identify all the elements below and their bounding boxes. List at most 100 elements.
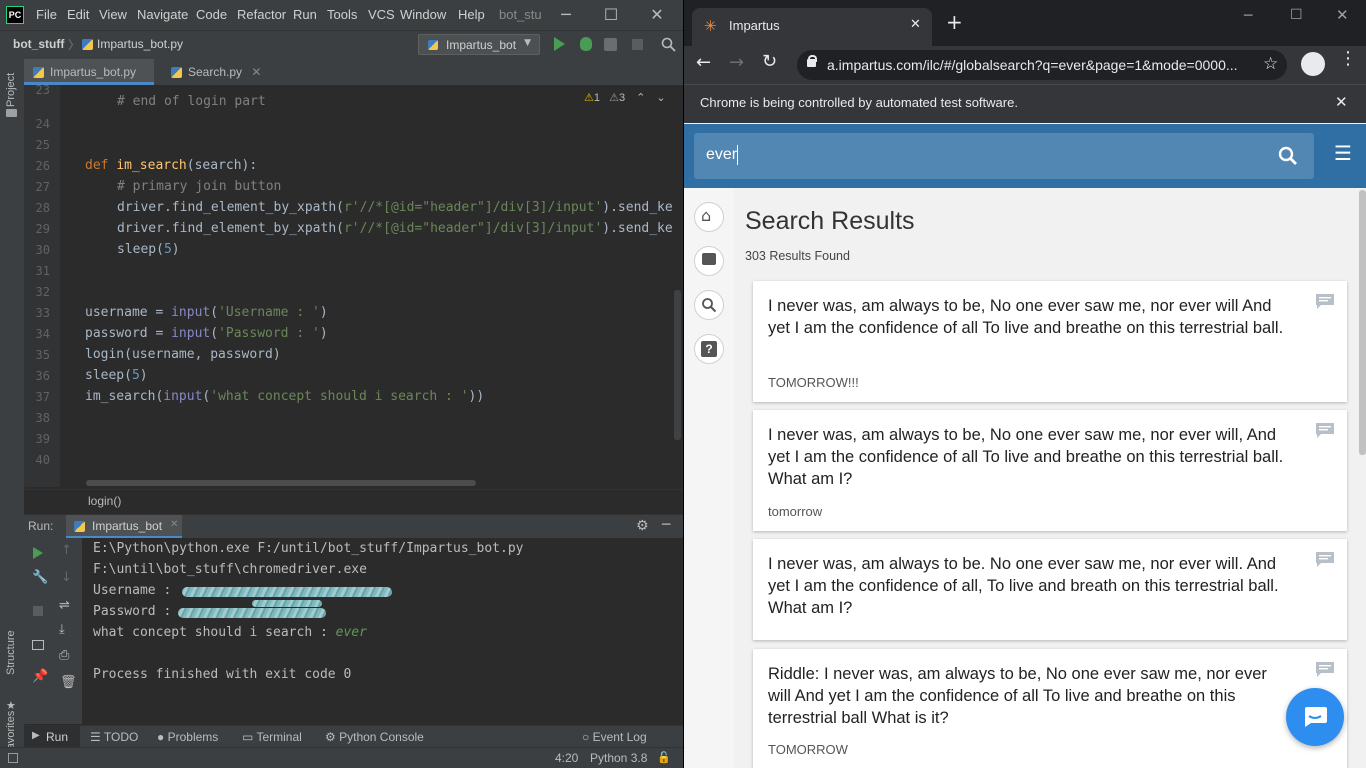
new-tab-icon[interactable]: +	[946, 12, 963, 32]
address-bar[interactable]: a.impartus.com/ilc/#/globalsearch?q=ever…	[797, 50, 1287, 80]
result-card[interactable]: I never was, am always to be. No one eve…	[753, 539, 1347, 640]
python-console-tool-button[interactable]: ⚙ Python Console	[325, 730, 424, 744]
menu-run[interactable]: Run	[293, 7, 317, 22]
result-card[interactable]: I never was, am always to be, No one eve…	[753, 281, 1347, 402]
forward-icon[interactable]: →	[729, 52, 744, 73]
coverage-icon[interactable]	[604, 38, 617, 51]
profile-avatar-icon[interactable]	[1301, 52, 1325, 76]
menu-code[interactable]: Code	[196, 7, 227, 22]
result-text: I never was, am always to be, No one eve…	[768, 426, 1284, 488]
code-text: )	[171, 242, 180, 257]
line-number: 36	[35, 369, 50, 383]
line-number: 25	[35, 138, 50, 152]
back-icon[interactable]: ←	[696, 52, 711, 73]
code-text: (	[210, 305, 219, 320]
arrow-up-icon[interactable]: ↑	[61, 543, 72, 558]
page-scrollbar[interactable]	[1358, 188, 1366, 768]
breadcrumb-file[interactable]: Impartus_bot.py	[97, 37, 183, 51]
hamburger-menu-icon[interactable]: ☰	[1334, 143, 1352, 163]
scroll-to-end-icon[interactable]: ⤓	[59, 622, 65, 637]
maximize-icon[interactable]: ☐	[1290, 7, 1303, 23]
star-icon: ★	[6, 699, 16, 712]
menu-window[interactable]: Window	[400, 7, 446, 22]
console-line: F:\until\bot_stuff\chromedriver.exe	[93, 562, 367, 577]
kebab-menu-icon[interactable]: ⋮	[1339, 50, 1357, 68]
hide-panel-icon[interactable]: ─	[662, 517, 670, 533]
lock-icon[interactable]: 🔓	[657, 751, 671, 764]
breadcrumb-project[interactable]: bot_stuff	[13, 37, 64, 51]
tab-impartus-bot[interactable]: Impartus_bot.py ✕	[24, 59, 154, 105]
terminal-tool-button[interactable]: ▭ Terminal	[242, 730, 302, 744]
trash-icon[interactable]: 🗑	[60, 675, 77, 690]
line-number: 30	[35, 243, 50, 257]
chevron-down-icon[interactable]: ⌄	[656, 92, 665, 104]
menu-tools[interactable]: Tools	[327, 7, 357, 22]
result-card[interactable]: I never was, am always to be, No one eve…	[753, 410, 1347, 531]
run-tool-button[interactable]: ▶ Run	[24, 726, 80, 748]
close-infobar-icon[interactable]: ✕	[1335, 93, 1348, 111]
folder-icon	[6, 109, 17, 117]
event-log-tool-button[interactable]: ○ Event Log	[582, 730, 647, 744]
close-tab-icon[interactable]: ✕	[910, 17, 921, 32]
maximize-icon[interactable]: ☐	[588, 0, 634, 30]
minimize-icon[interactable]: ─	[543, 0, 589, 30]
tab-search[interactable]: Search.py ✕	[162, 59, 288, 85]
arrow-down-icon[interactable]: ↓	[61, 570, 72, 585]
home-icon[interactable]: ⌂	[694, 202, 724, 232]
global-search-box[interactable]: ever	[694, 133, 1314, 179]
vertical-scrollbar[interactable]	[674, 290, 681, 440]
horizontal-scrollbar[interactable]	[86, 480, 476, 486]
menu-view[interactable]: View	[99, 7, 127, 22]
close-tab-icon[interactable]: ✕	[170, 519, 178, 530]
pin-icon[interactable]: 📌	[32, 669, 48, 684]
reload-icon[interactable]: ↻	[762, 51, 777, 72]
console-line: Password :	[93, 604, 180, 619]
search-input[interactable]: ever	[706, 146, 737, 164]
classroom-icon[interactable]	[694, 246, 724, 276]
rerun-icon[interactable]	[33, 547, 43, 559]
menu-refactor[interactable]: Refactor	[237, 7, 286, 22]
search-nav-icon[interactable]	[694, 290, 724, 320]
stop-icon[interactable]	[632, 39, 643, 50]
print-icon[interactable]: ⎙	[59, 648, 69, 663]
code-breadcrumb[interactable]: login()	[88, 494, 121, 508]
menu-navigate[interactable]: Navigate	[137, 7, 188, 22]
wrench-icon[interactable]: 🔧	[32, 570, 48, 585]
stop-icon[interactable]	[33, 606, 43, 616]
scrollbar-thumb[interactable]	[1359, 190, 1366, 455]
menu-file[interactable]: File	[36, 7, 57, 22]
todo-tool-button[interactable]: ☰ TODO	[90, 730, 138, 744]
chat-button[interactable]	[1286, 688, 1344, 746]
search-everywhere-icon[interactable]	[661, 37, 676, 52]
close-tab-icon[interactable]: ✕	[251, 65, 261, 79]
run-icon[interactable]	[554, 37, 565, 51]
close-icon[interactable]: ✕	[634, 0, 680, 30]
run-console[interactable]: E:\Python\python.exe F:/until/bot_stuff/…	[82, 538, 683, 724]
bookmark-star-icon[interactable]: ☆	[1263, 54, 1278, 74]
inspection-widget[interactable]: ⚠1 ⚠3 ⌃ ⌄	[584, 91, 666, 104]
interpreter-status[interactable]: Python 3.8	[590, 751, 647, 765]
gear-icon[interactable]: ⚙	[636, 518, 649, 534]
run-config-dropdown[interactable]: Impartus_bot ▼	[418, 34, 540, 55]
menu-vcs[interactable]: VCS	[368, 7, 395, 22]
close-window-icon[interactable]: ✕	[1336, 6, 1349, 24]
run-tab[interactable]: Impartus_bot ✕	[66, 515, 182, 539]
project-tool-button[interactable]: Project	[5, 73, 17, 107]
debug-icon[interactable]	[580, 37, 592, 51]
code-editor[interactable]: ⚠1 ⚠3 ⌃ ⌄ 23 24 25 26 27 28 29 30 31 32 …	[24, 83, 683, 487]
problems-tool-button[interactable]: ● Problems	[157, 730, 218, 744]
help-icon[interactable]: ?	[694, 334, 724, 364]
search-icon[interactable]	[1278, 146, 1298, 166]
layout-icon[interactable]	[32, 640, 44, 650]
browser-tab[interactable]: ✳ Impartus ✕	[692, 8, 932, 46]
menu-edit[interactable]: Edit	[67, 7, 89, 22]
soft-wrap-icon[interactable]: ⇌	[59, 598, 70, 613]
structure-tool-button[interactable]: Structure	[5, 630, 17, 675]
caret-position[interactable]: 4:20	[555, 751, 578, 765]
minimize-icon[interactable]: ─	[1244, 8, 1252, 24]
console-line: what concept should i search : ever	[93, 625, 367, 640]
chevron-up-icon[interactable]: ⌃	[636, 92, 645, 104]
menu-help[interactable]: Help	[458, 7, 485, 22]
status-layout-icon[interactable]	[8, 753, 18, 763]
result-card[interactable]: Riddle: I never was, am always to be, No…	[753, 649, 1347, 768]
